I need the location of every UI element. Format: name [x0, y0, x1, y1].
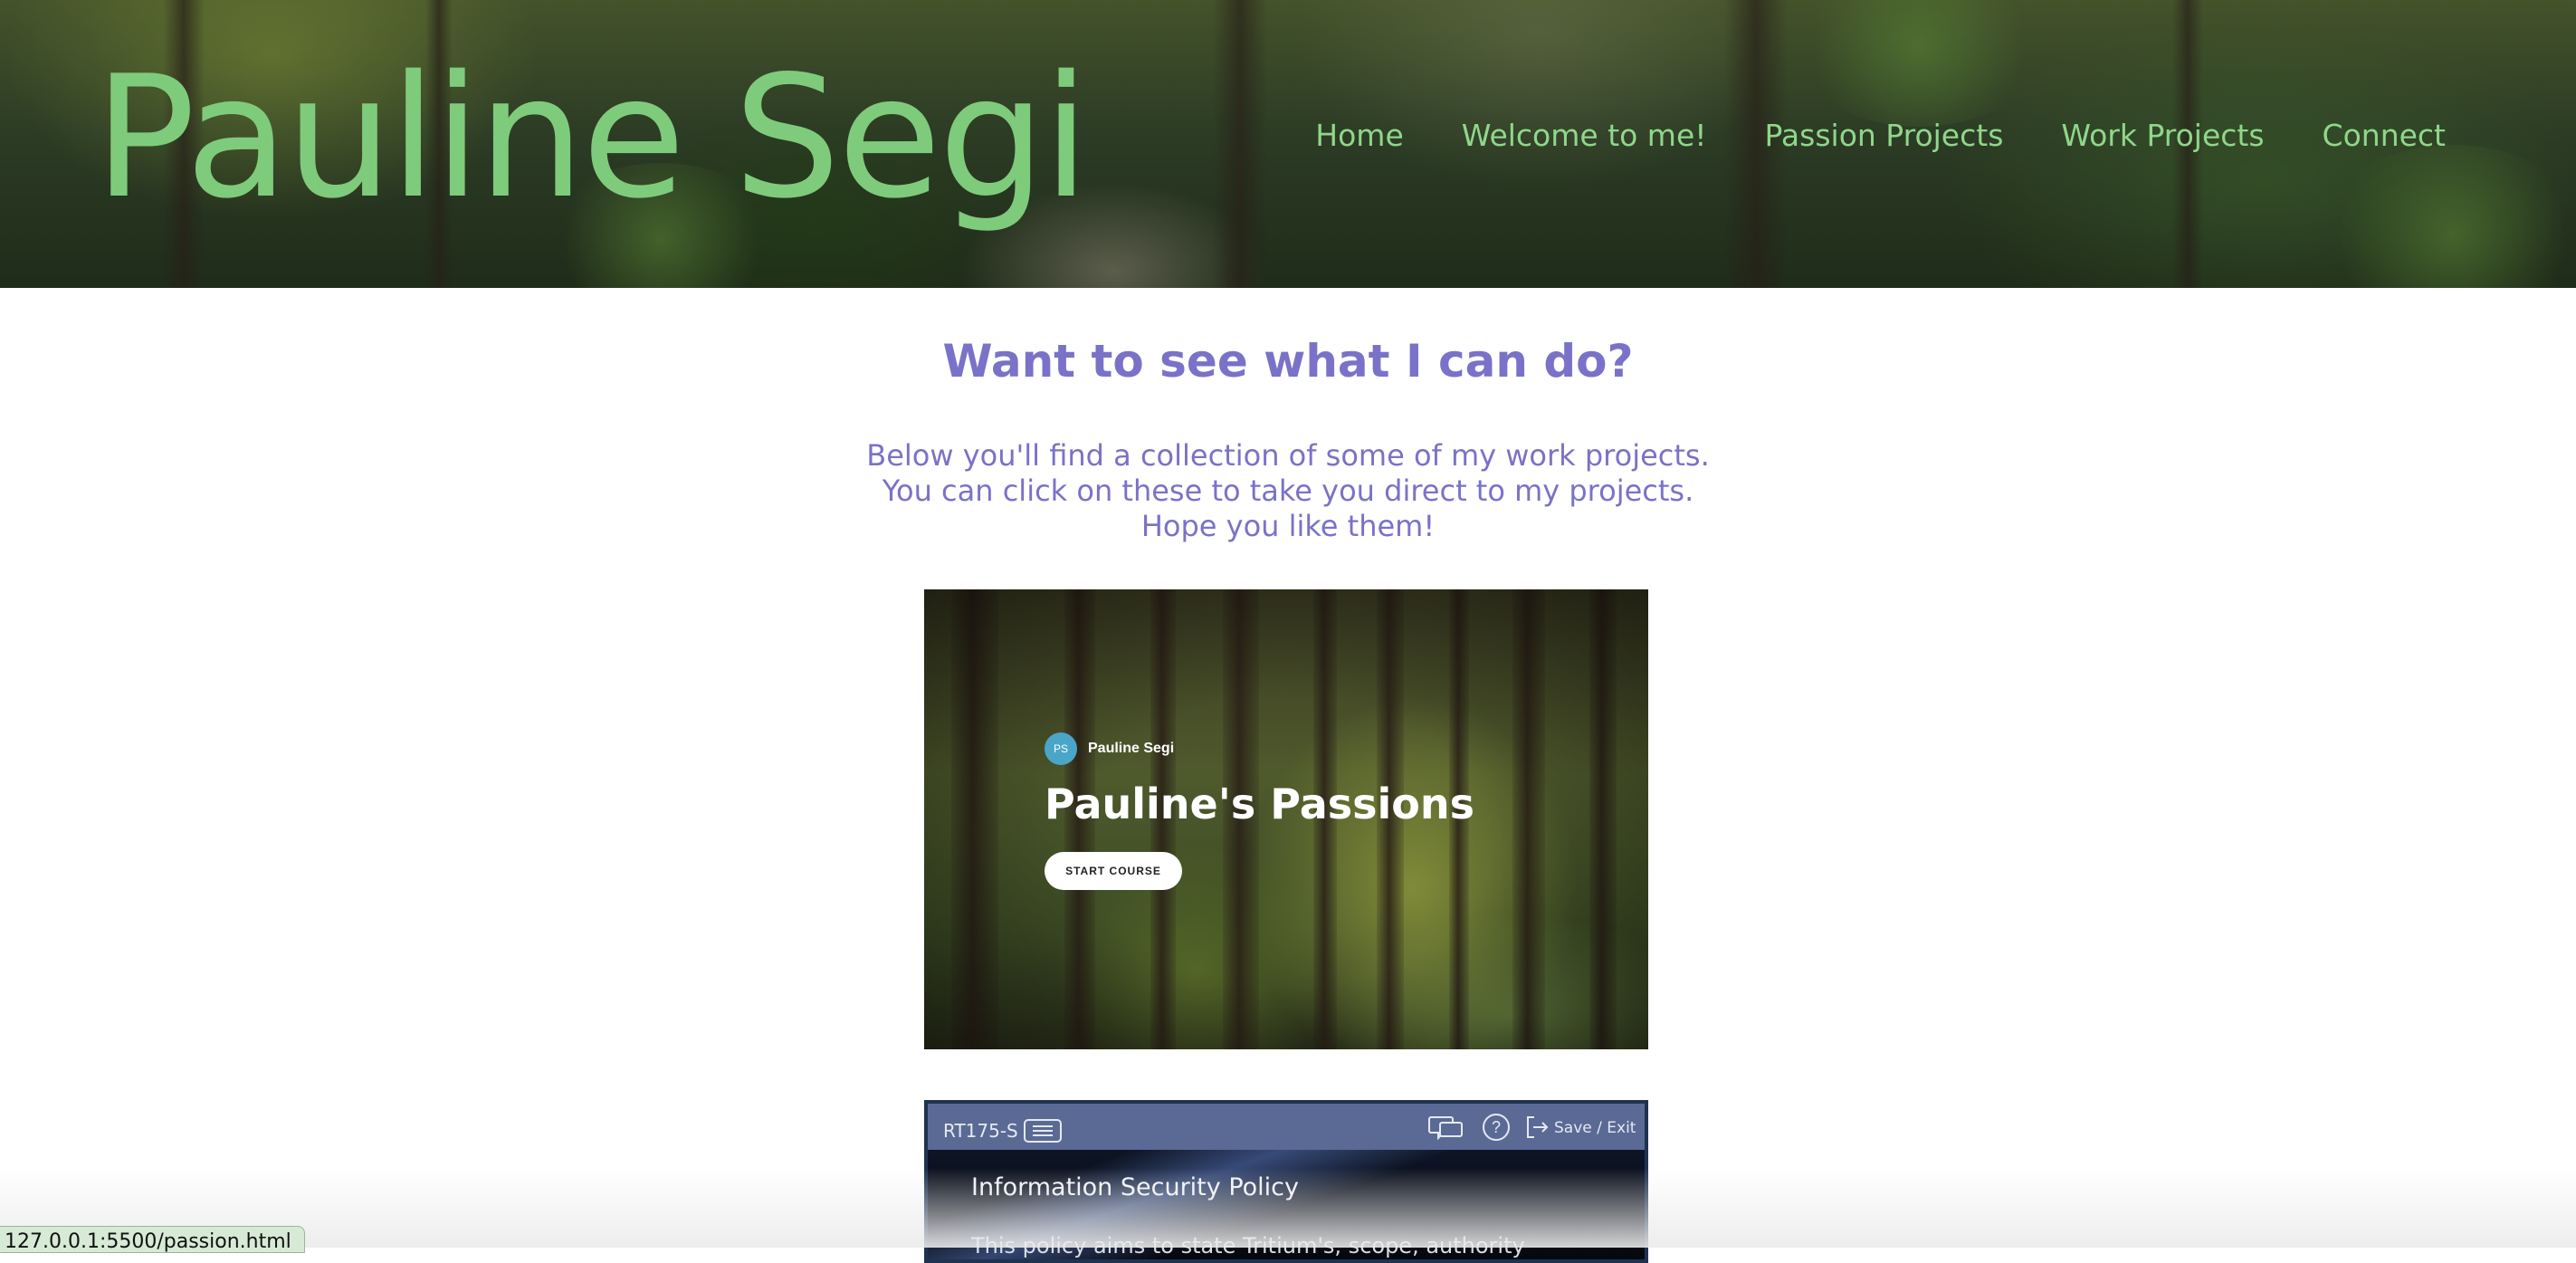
nav-passion-projects[interactable]: Passion Projects — [1765, 118, 2004, 153]
course-author: PS Pauline Segi — [1045, 732, 1174, 765]
intro-text: Below you'll find a collection of some o… — [0, 438, 2576, 544]
author-name: Pauline Segi — [1088, 741, 1175, 756]
status-bar-url: 127.0.0.1:5500/passion.html — [0, 1226, 305, 1253]
menu-icon[interactable] — [1024, 1119, 1062, 1143]
course-title: Pauline's Passions — [1045, 780, 1475, 828]
course-topbar: RT175-S ? Save / Exit — [928, 1104, 1645, 1150]
course-body: Information Security Policy This policy … — [928, 1150, 1645, 1259]
intro-line: You can click on these to take you direc… — [882, 474, 1694, 508]
save-exit-button[interactable]: Save / Exit — [1554, 1119, 1636, 1137]
policy-title: Information Security Policy — [971, 1173, 1299, 1201]
site-header: Pauline Segi Home Welcome to me! Passion… — [0, 0, 2576, 288]
main-nav: Home Welcome to me! Passion Projects Wor… — [1315, 118, 2446, 153]
avatar: PS — [1045, 732, 1077, 765]
exit-icon[interactable] — [1525, 1115, 1549, 1140]
intro-line: Hope you like them! — [1140, 509, 1436, 543]
main-content: Want to see what I can do? Below you'll … — [0, 288, 2576, 1263]
project-card-security-policy[interactable]: RT175-S ? Save / Exit Information Securi… — [924, 1100, 1648, 1263]
start-course-button[interactable]: START COURSE — [1045, 852, 1182, 890]
policy-text: This policy aims to state Tritium's, sco… — [971, 1233, 1525, 1258]
site-title[interactable]: Pauline Segi — [94, 36, 1090, 238]
comments-icon[interactable] — [1427, 1115, 1464, 1141]
intro-line: Below you'll find a collection of some o… — [866, 438, 1710, 473]
course-code: RT175-S — [943, 1120, 1018, 1142]
help-icon[interactable]: ? — [1483, 1114, 1510, 1141]
project-card-passions[interactable]: PS Pauline Segi Pauline's Passions START… — [924, 589, 1648, 1049]
nav-connect[interactable]: Connect — [2323, 118, 2446, 153]
nav-home[interactable]: Home — [1315, 118, 1403, 153]
nav-welcome[interactable]: Welcome to me! — [1462, 118, 1707, 153]
nav-work-projects[interactable]: Work Projects — [2061, 118, 2264, 153]
page-heading: Want to see what I can do? — [942, 335, 1634, 388]
